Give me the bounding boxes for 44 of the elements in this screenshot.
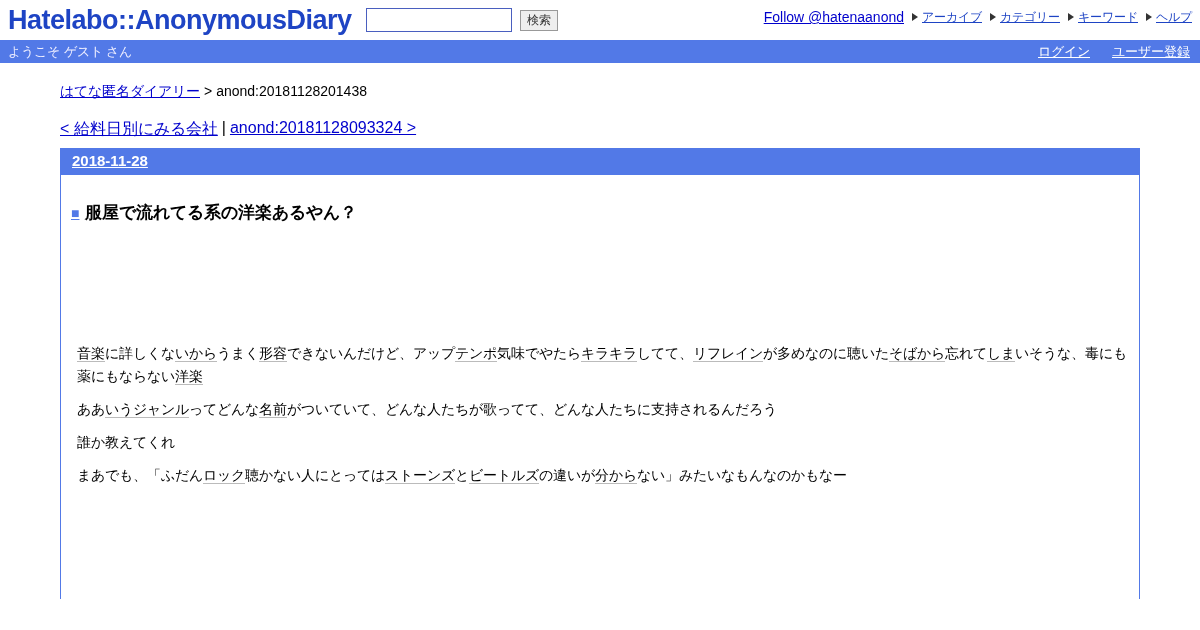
account-link[interactable]: ログイン: [1038, 42, 1090, 61]
keyword-link[interactable]: そばから: [889, 345, 945, 362]
next-link[interactable]: anond:20181128093324 >: [229, 119, 417, 140]
entry-title: 服屋で流れてる系の洋楽あるやん？: [85, 202, 358, 224]
nav-link[interactable]: アーカイブ: [922, 8, 982, 26]
keyword-link[interactable]: いう: [105, 401, 133, 418]
pager-separator: |: [221, 119, 226, 138]
account-link[interactable]: ユーザー登録: [1112, 42, 1190, 61]
arrow-icon: [990, 13, 996, 21]
arrow-icon: [1146, 13, 1152, 21]
keyword-link[interactable]: しま: [987, 345, 1015, 362]
keyword-link[interactable]: いから: [175, 345, 217, 362]
section-link[interactable]: ■: [71, 204, 80, 221]
breadcrumb-separator: >: [204, 83, 213, 101]
keyword-link[interactable]: キラキラ: [581, 345, 637, 362]
search-field[interactable]: [365, 8, 512, 32]
keyword-link[interactable]: 洋楽: [175, 368, 203, 385]
previous-link[interactable]: < 給料日別にみる会社: [60, 119, 218, 140]
keyword-link[interactable]: リフレイン: [693, 345, 763, 362]
greeting-text: ようこそ ゲスト さん: [8, 42, 133, 61]
paragraph: 音楽に詳しくないから うまく 形容できないんだけど、アップテンポ気味でやたら キラキラ してて、リフレインが多めなのに聴いたそばから忘れて しま いそうな、毒にも薬にもならない洋楽: [77, 344, 1128, 387]
breadcrumb-link[interactable]: はてな匿名ダイアリー: [60, 83, 200, 101]
nav-link[interactable]: ヘルプ: [1156, 8, 1192, 26]
date-link[interactable]: 2018-11-28: [72, 152, 148, 169]
paragraph: ああいう ジャンルってどんな名前がついていて、どんな人たちが歌ってて、どんな人たちに支持されるんだろう: [77, 400, 778, 420]
breadcrumb-current: anond:20181128201438: [216, 83, 367, 101]
nav-link[interactable]: カテゴリー: [1000, 8, 1060, 26]
follow-link[interactable]: Follow @hatenaanond: [763, 9, 904, 25]
keyword-link[interactable]: ビートルズ: [469, 467, 539, 484]
keyword-link[interactable]: テンポ: [455, 345, 497, 362]
arrow-icon: [1068, 13, 1074, 21]
keyword-link[interactable]: 音楽: [77, 345, 105, 362]
nav-link[interactable]: キーワード: [1078, 8, 1138, 26]
paragraph: まあでも、「ふだん ロック聴かない人にとってはストーンズと ビートルズの違いが分から ない」みたいなもんなのかもなー: [77, 466, 848, 486]
keyword-link[interactable]: ジャンル: [133, 401, 189, 418]
keyword-link[interactable]: ストーンズ: [385, 467, 455, 484]
paragraph: 誰か教えてくれ: [77, 433, 176, 452]
keyword-link[interactable]: 分から: [595, 467, 637, 484]
search-button[interactable]: 検索: [519, 9, 558, 31]
site-logo[interactable]: Hatelabo::AnonymousDiary: [8, 4, 352, 36]
arrow-icon: [912, 13, 918, 21]
keyword-link[interactable]: 名前: [259, 401, 287, 418]
keyword-link[interactable]: 形容: [259, 345, 287, 362]
keyword-link[interactable]: ロック: [203, 467, 245, 484]
